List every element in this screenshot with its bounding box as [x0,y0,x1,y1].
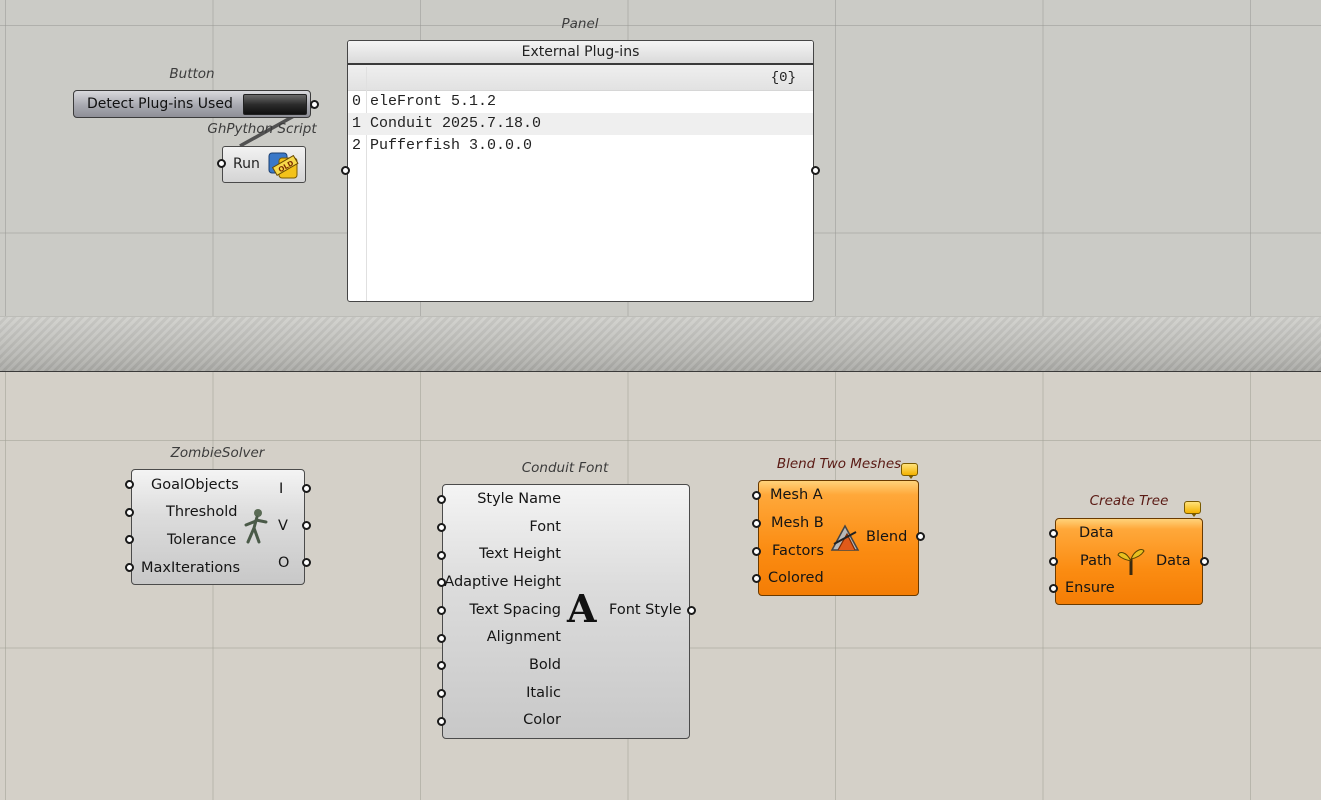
output-blend: Blend [866,529,908,545]
tree-grip-in-0[interactable] [1049,529,1058,538]
blend-grip-in-3[interactable] [752,574,761,583]
input-path: Path [1080,553,1112,569]
input-text-height: Text Height [479,546,561,562]
input-tolerance: Tolerance [167,532,237,548]
output-i: I [279,481,284,497]
button-output-grip[interactable] [310,100,319,109]
python-title: GhPython Script [207,121,317,137]
panel-path: {0} [770,70,796,86]
panel-row-value: Pufferfish 3.0.0.0 [370,137,533,154]
panel-input-grip[interactable] [341,166,350,175]
output-v: V [278,518,288,534]
zombie-grip-out-2[interactable] [302,558,311,567]
font-grip-in-3[interactable] [437,578,446,587]
zombie-solver-component[interactable]: GoalObjects Threshold Tolerance MaxItera… [131,469,305,585]
external-plugins-panel[interactable]: External Plug-ins {0} 0 eleFront 5.1.2 1… [347,40,814,302]
input-data: Data [1079,525,1114,541]
conduit-font-component[interactable]: Style Name Font Text Height Adaptive Hei… [442,484,690,739]
panel-output-grip[interactable] [811,166,820,175]
input-italic: Italic [526,685,561,701]
blend-grip-in-2[interactable] [752,547,761,556]
panel-row-index: 1 [352,115,362,132]
zombie-grip-out-1[interactable] [302,521,311,530]
font-grip-in-6[interactable] [437,661,446,670]
conduit-font-title: Conduit Font [521,460,609,476]
create-tree-component[interactable]: Data Path Ensure Data [1055,518,1203,605]
output-o: O [278,555,290,571]
run-input-grip[interactable] [217,159,226,168]
panel-row: 0 eleFront 5.1.2 [348,91,813,113]
panel-header: External Plug-ins [348,41,813,65]
blend-mesh-icon [830,524,860,551]
blend-grip-out[interactable] [916,532,925,541]
detect-plugins-button[interactable]: Detect Plug-ins Used [73,90,311,118]
input-style-name: Style Name [477,491,561,507]
panel-row-value: Conduit 2025.7.18.0 [370,115,542,132]
zombie-grip-in-3[interactable] [125,563,134,572]
font-icon: A [567,586,597,631]
button-label: Detect Plug-ins Used [87,96,233,112]
input-colored: Colored [768,570,824,586]
input-mesh-b: Mesh B [771,515,824,531]
font-grip-in-2[interactable] [437,551,446,560]
blend-grip-in-1[interactable] [752,519,761,528]
input-text-spacing: Text Spacing [469,602,561,618]
input-alignment: Alignment [486,629,561,645]
panel-row-index: 2 [352,137,362,154]
input-color: Color [523,712,561,728]
panel-row-value: eleFront 5.1.2 [370,93,497,110]
font-grip-in-5[interactable] [437,634,446,643]
input-factors: Factors [772,543,824,559]
tree-sprout-icon [1117,549,1145,575]
output-font-style: Font Style [609,602,682,618]
input-bold: Bold [528,657,561,673]
input-ensure: Ensure [1065,580,1115,596]
button-title: Button [169,66,215,82]
panel-path-row: {0} [348,65,813,91]
button-press-face[interactable] [243,94,307,115]
tree-grip-in-2[interactable] [1049,584,1058,593]
output-data: Data [1156,553,1191,569]
font-grip-out[interactable] [687,606,696,615]
input-maxiterations: MaxIterations [141,560,241,576]
font-grip-in-0[interactable] [437,495,446,504]
tree-grip-out[interactable] [1200,557,1209,566]
canvas-splitter[interactable] [0,316,1321,372]
input-mesh-a: Mesh A [770,487,823,503]
zombie-grip-in-0[interactable] [125,480,134,489]
font-grip-in-1[interactable] [437,523,446,532]
zombie-grip-in-2[interactable] [125,535,134,544]
input-font: Font [529,519,561,535]
font-grip-in-8[interactable] [437,717,446,726]
zombie-solver-title: ZombieSolver [170,445,265,461]
blend-grip-in-0[interactable] [752,491,761,500]
run-input-label: Run [233,156,260,172]
input-adaptive-height: Adaptive Height [444,574,561,590]
panel-row: 1 Conduit 2025.7.18.0 [348,113,813,135]
zombie-grip-out-0[interactable] [302,484,311,493]
panel-row-index: 0 [352,93,362,110]
font-grip-in-4[interactable] [437,606,446,615]
python-old-icon: OLD [268,152,299,179]
ghpython-component[interactable]: Run OLD [222,146,306,183]
font-grip-in-7[interactable] [437,689,446,698]
input-goalobjects: GoalObjects [151,477,239,493]
message-bubble-icon[interactable] [1184,501,1201,517]
create-tree-title: Create Tree [1089,493,1169,509]
zombie-grip-in-1[interactable] [125,508,134,517]
panel-row: 2 Pufferfish 3.0.0.0 [348,135,813,157]
message-bubble-icon[interactable] [901,463,918,479]
tree-grip-in-1[interactable] [1049,557,1058,566]
panel-title: Panel [561,16,599,32]
zombie-icon [244,509,268,544]
blend-meshes-component[interactable]: Mesh A Mesh B Factors Colored Blend [758,480,919,596]
blend-meshes-title: Blend Two Meshes [776,456,902,472]
input-threshold: Threshold [166,504,238,520]
